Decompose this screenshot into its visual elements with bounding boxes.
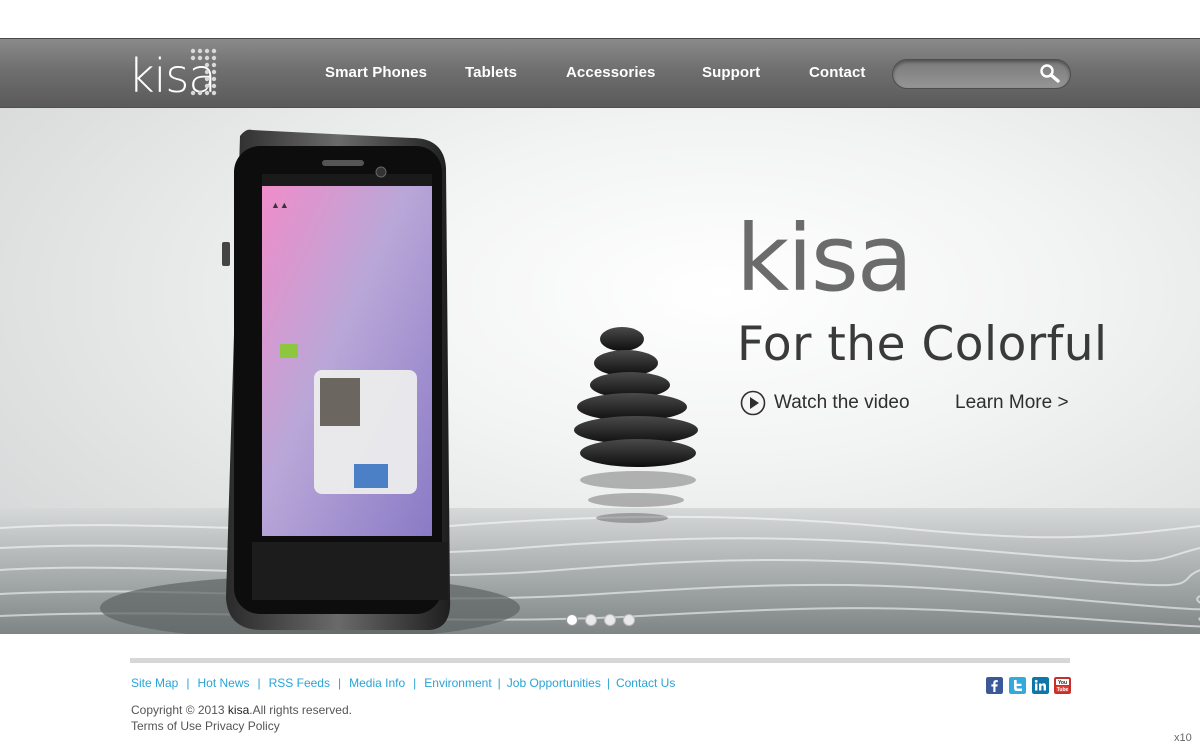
footer-divider (130, 658, 1070, 663)
watch-video-label: Watch the video (774, 392, 910, 413)
footer-link-job-opportunities[interactable]: Job Opportunities (507, 676, 601, 690)
svg-text:Tube: Tube (1057, 687, 1069, 693)
kisa-logo[interactable]: kisa (128, 47, 223, 103)
svg-text:You: You (1058, 680, 1067, 686)
nav-accessories[interactable]: Accessories (566, 64, 656, 81)
corner-marker: x10 (1174, 732, 1192, 744)
youtube-icon[interactable]: You Tube (1054, 677, 1071, 694)
twitter-icon[interactable] (1009, 677, 1026, 694)
copyright-text: Copyright © 2013 kisa.All rights reserve… (131, 703, 352, 717)
slide-dot-3[interactable] (604, 614, 616, 626)
logo-dots-icon (190, 48, 217, 96)
phone-illustration: ▲▲ (222, 129, 451, 630)
nav-contact[interactable]: Contact (809, 64, 866, 81)
svg-text:▲▲: ▲▲ (271, 200, 289, 210)
play-icon (740, 390, 766, 416)
hero-banner: ▲▲ kisa For the Colorful Watch the video… (0, 108, 1200, 634)
footer-links: Site Map | Hot News | RSS Feeds | Media Info | E… (131, 676, 676, 690)
linkedin-icon[interactable] (1032, 677, 1049, 694)
footer-link-rss-feeds[interactable]: RSS Feeds (269, 676, 330, 690)
nav-tablets[interactable]: Tablets (465, 64, 517, 81)
slide-indicator (566, 614, 646, 628)
hero-subtitle: For the Colorful (737, 317, 1108, 372)
hero-title: kisa (736, 205, 913, 312)
slide-dot-1[interactable] (566, 614, 578, 626)
footer-link-media-info[interactable]: Media Info (349, 676, 405, 690)
footer-link-hot-news[interactable]: Hot News (197, 676, 249, 690)
slide-dot-2[interactable] (585, 614, 597, 626)
legal-links: Terms of Use Privacy Policy (131, 719, 280, 733)
search-icon[interactable] (1038, 63, 1062, 85)
nav-support[interactable]: Support (702, 64, 760, 81)
footer-link-site-map[interactable]: Site Map (131, 676, 178, 690)
nav-smart-phones[interactable]: Smart Phones (325, 64, 427, 81)
search-input[interactable] (905, 64, 1033, 84)
slide-dot-4[interactable] (623, 614, 635, 626)
learn-more-link[interactable]: Learn More > (955, 392, 1069, 414)
footer-link-environment[interactable]: Environment (424, 676, 491, 690)
privacy-policy-link[interactable]: Privacy Policy (205, 719, 280, 733)
search-box (892, 59, 1071, 89)
top-navigation-bar: kisa Smart Phones Tablets Accessories Su… (0, 38, 1200, 108)
terms-of-use-link[interactable]: Terms of Use (131, 719, 202, 733)
footer-link-contact-us[interactable]: Contact Us (616, 676, 675, 690)
facebook-icon[interactable] (986, 677, 1003, 694)
